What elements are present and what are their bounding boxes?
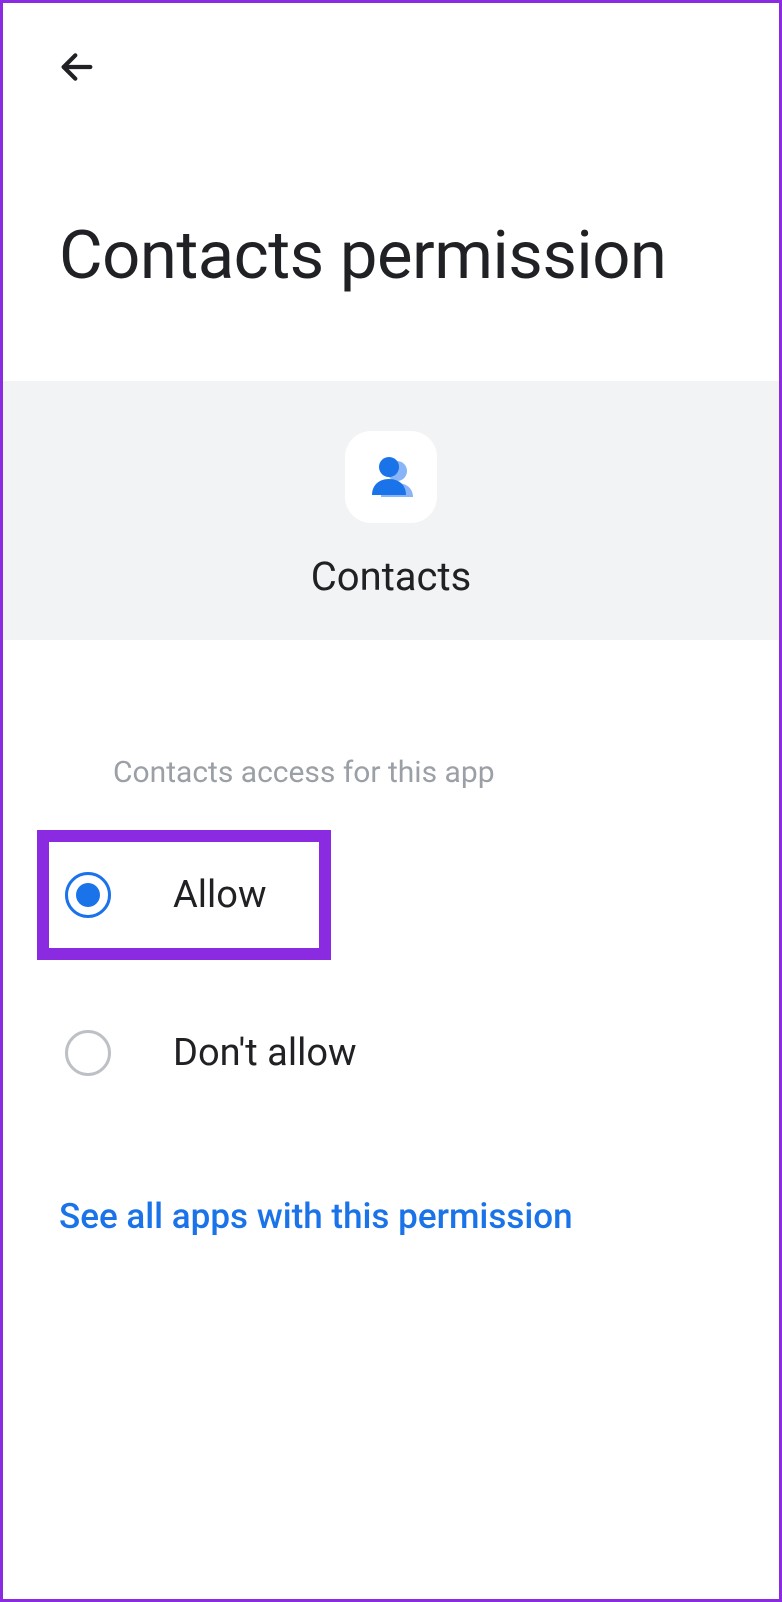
app-icon-wrapper [345, 431, 437, 523]
see-all-apps-link[interactable]: See all apps with this permission [3, 1106, 779, 1237]
radio-option-allow[interactable]: Allow [37, 830, 331, 960]
permission-options-section: Contacts access for this app Allow Don't… [3, 640, 779, 1106]
radio-unselected-icon [65, 1030, 111, 1076]
contacts-app-icon [363, 449, 419, 505]
back-arrow-icon [57, 47, 97, 87]
radio-label-allow: Allow [173, 873, 267, 917]
radio-label-dont-allow: Don't allow [173, 1031, 357, 1075]
app-name-label: Contacts [311, 553, 471, 600]
back-button[interactable] [53, 43, 101, 91]
toolbar [3, 3, 779, 91]
radio-selected-icon [65, 872, 111, 918]
app-info-section: Contacts [3, 381, 779, 640]
radio-option-dont-allow[interactable]: Don't allow [3, 1000, 779, 1106]
section-label: Contacts access for this app [3, 755, 779, 830]
page-title: Contacts permission [3, 91, 779, 381]
